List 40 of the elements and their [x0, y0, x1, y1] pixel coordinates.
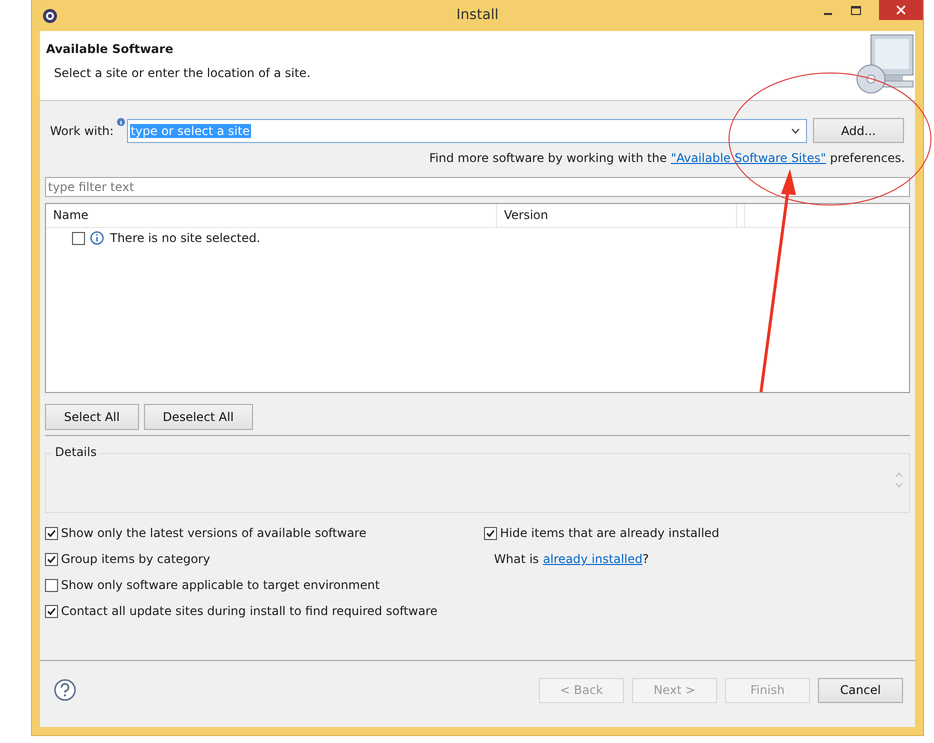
option-label: Show only the latest versions of available software: [61, 526, 366, 540]
already-installed-link[interactable]: already installed: [542, 552, 642, 566]
option-label: Show only software applicable to target environment: [61, 578, 380, 592]
column-header[interactable]: Name: [46, 204, 497, 227]
filter-field[interactable]: type filter text: [45, 177, 910, 197]
window-title: Install: [456, 7, 499, 23]
preferences-text: preferences.: [830, 151, 905, 165]
maximize-icon[interactable]: [851, 6, 861, 16]
checkbox[interactable]: [484, 526, 497, 540]
checkbox[interactable]: [72, 232, 85, 244]
details-title: Details: [52, 445, 100, 459]
close-button[interactable]: [879, 0, 923, 20]
selection-button[interactable]: Select All: [45, 404, 139, 430]
app-icon: [42, 8, 58, 24]
add-button[interactable]: Add...: [813, 118, 904, 143]
checkbox[interactable]: [45, 604, 58, 618]
selection-button[interactable]: Deselect All: [144, 404, 253, 430]
find-more-text: Find more software by working with the: [429, 151, 667, 165]
help-icon[interactable]: [54, 679, 76, 701]
column-header[interactable]: Version: [497, 204, 737, 227]
available-sites-link[interactable]: "Available Software Sites": [670, 151, 826, 165]
scroll-arrows-icon: [895, 471, 903, 489]
installed-hint-text: What is: [494, 552, 539, 566]
site-combo-text: type or select a site: [130, 124, 251, 138]
checkbox[interactable]: [45, 526, 58, 540]
caret-icon: [791, 128, 800, 134]
page-title: Available Software: [46, 42, 174, 56]
info-icon: [90, 231, 104, 245]
checkbox[interactable]: [45, 552, 58, 566]
option-label: Contact all update sites during install to find required software: [61, 604, 438, 618]
question-mark-text: ?: [642, 552, 649, 566]
table-cell: There is no site selected.: [110, 231, 260, 245]
info-icon: [116, 118, 125, 126]
wizard-button[interactable]: Cancel: [818, 678, 903, 702]
checkbox[interactable]: [45, 578, 58, 592]
work-with-label: Work with:: [50, 124, 114, 138]
close-icon: [896, 5, 906, 15]
option-label: Hide items that are already installed: [500, 526, 720, 540]
page-description: Select a site or enter the location of a site.: [54, 66, 310, 80]
option-label: Group items by category: [61, 552, 210, 566]
